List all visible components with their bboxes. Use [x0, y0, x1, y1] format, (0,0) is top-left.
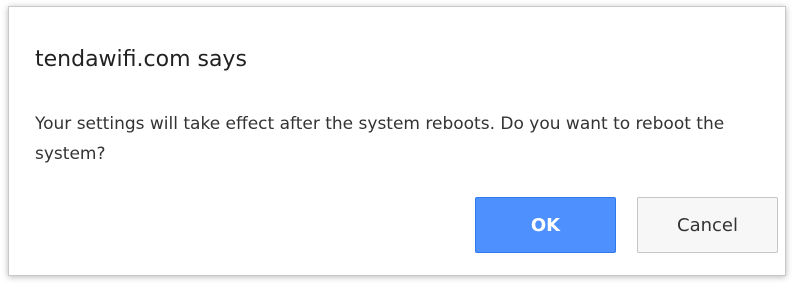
ok-button[interactable]: OK [475, 197, 616, 253]
cancel-button[interactable]: Cancel [637, 197, 778, 253]
confirm-dialog: tendawifi.com says Your settings will ta… [8, 6, 786, 276]
dialog-title: tendawifi.com says [35, 47, 247, 72]
dialog-message: Your settings will take effect after the… [35, 114, 725, 164]
